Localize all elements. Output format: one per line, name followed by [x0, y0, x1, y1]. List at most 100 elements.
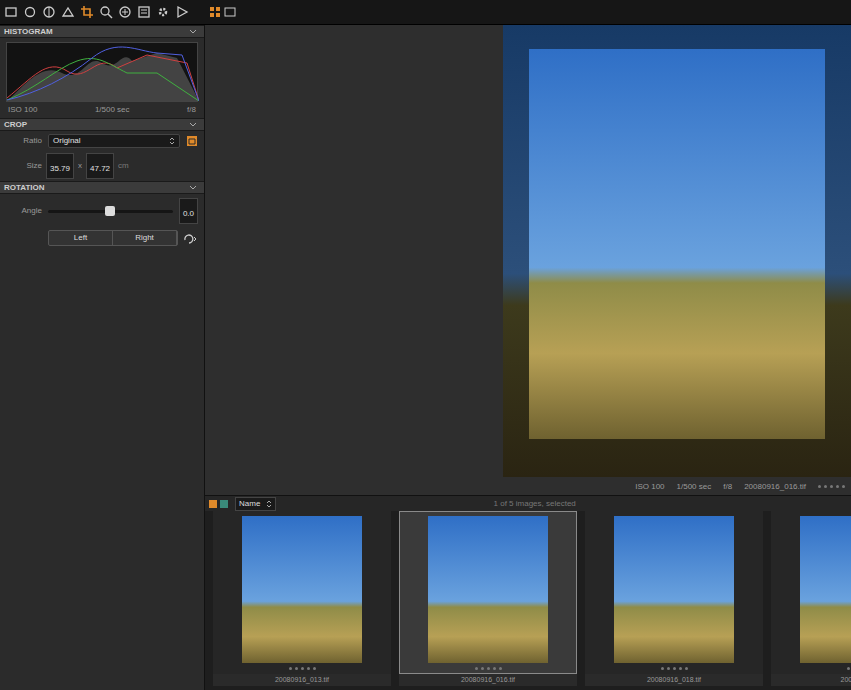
angle-row: Angle0.0 — [0, 194, 204, 228]
size-label: Size — [6, 160, 42, 172]
focus-icon[interactable] — [99, 5, 113, 19]
rotate-button[interactable]: Right — [113, 231, 177, 245]
star-rating[interactable] — [818, 485, 845, 488]
exposure-reading: ISO 100 — [8, 104, 37, 116]
thumbnail-frame[interactable] — [213, 511, 391, 674]
rotate-button[interactable]: Left — [49, 231, 113, 245]
grid-view-icon[interactable] — [209, 6, 221, 18]
star-dot[interactable] — [679, 667, 682, 670]
library-icon[interactable] — [4, 5, 18, 19]
star-rating[interactable] — [847, 667, 851, 670]
star-dot[interactable] — [487, 667, 490, 670]
thumbnail[interactable]: 20080916_0 — [771, 511, 851, 690]
output-icon[interactable] — [175, 5, 189, 19]
thumbnail[interactable]: 20080916_013.tif — [213, 511, 391, 690]
viewer-info: ISO 100 1/500 sec f/8 20080916_016.tif — [205, 478, 851, 495]
lock-icon[interactable] — [186, 135, 198, 147]
star-dot[interactable] — [307, 667, 310, 670]
straighten-icon[interactable] — [182, 232, 198, 244]
star-dot[interactable] — [685, 667, 688, 670]
star-dot[interactable] — [830, 485, 833, 488]
settings-icon[interactable] — [156, 5, 170, 19]
angle-field[interactable]: 0.0 — [179, 198, 198, 224]
star-dot[interactable] — [475, 667, 478, 670]
workspace: ISO 100 1/500 sec f/8 20080916_016.tif Name 1… — [205, 25, 851, 690]
thumbnail[interactable]: 20080916_016.tif — [399, 511, 577, 690]
size-separator: x — [78, 160, 82, 172]
color-icon[interactable] — [42, 5, 56, 19]
info-text: f/8 — [723, 481, 732, 493]
width-field[interactable]: 35.79 — [46, 153, 74, 179]
single-view-icon[interactable] — [224, 6, 236, 18]
panel-header[interactable]: ROTATION — [0, 181, 204, 194]
viewer — [205, 25, 851, 478]
adjust-icon[interactable] — [118, 5, 132, 19]
star-dot[interactable] — [289, 667, 292, 670]
info-text: 20080916_016.tif — [744, 481, 806, 493]
star-dot[interactable] — [673, 667, 676, 670]
star-dot[interactable] — [493, 667, 496, 670]
star-dot[interactable] — [842, 485, 845, 488]
angle-knob[interactable] — [105, 206, 115, 216]
histogram-chart — [7, 43, 199, 101]
filmstrip: 20080916_013.tif 20080916_016.tif 20080916… — [205, 511, 851, 690]
angle-slider[interactable] — [48, 210, 173, 213]
sort-select[interactable]: Name — [235, 497, 276, 511]
star-dot[interactable] — [667, 667, 670, 670]
star-rating[interactable] — [661, 667, 688, 670]
collapse-icon[interactable] — [188, 121, 200, 129]
capture-icon[interactable] — [23, 5, 37, 19]
star-rating[interactable] — [475, 667, 502, 670]
image-count: 1 of 5 images, selected — [494, 498, 576, 510]
star-dot[interactable] — [301, 667, 304, 670]
width-value: 35.79 — [50, 164, 70, 173]
thumbnail-frame[interactable] — [585, 511, 763, 674]
button-group: LeftRight — [48, 230, 178, 246]
crop-overlay[interactable] — [503, 25, 851, 477]
tool-panel: HISTOGRAMISO 1001/500 secf/8CROPRatioOri… — [0, 25, 205, 690]
star-rating[interactable] — [289, 667, 316, 670]
toolbar — [0, 0, 851, 25]
file-name: 20080916_013.tif — [275, 675, 329, 686]
thumb-rating — [847, 663, 851, 673]
star-dot[interactable] — [499, 667, 502, 670]
info-text: 1/500 sec — [677, 481, 712, 493]
thumbnail-frame[interactable] — [771, 511, 851, 674]
star-dot[interactable] — [824, 485, 827, 488]
height-field[interactable]: 47.72 — [86, 153, 114, 179]
collapse-icon[interactable] — [188, 28, 200, 36]
dropdown-icon[interactable] — [169, 137, 175, 145]
star-dot[interactable] — [295, 667, 298, 670]
exposure-icon[interactable] — [61, 5, 75, 19]
ratio-label: Ratio — [6, 135, 42, 147]
thumbnail-image — [614, 516, 734, 663]
thumbnail[interactable]: 20080916_018.tif — [585, 511, 763, 690]
star-dot[interactable] — [481, 667, 484, 670]
filmstrip-header: Name 1 of 5 images, selected — [205, 495, 851, 511]
panel-title: HISTOGRAM — [4, 28, 53, 36]
ratio-select[interactable]: Original — [48, 134, 180, 148]
panel-header[interactable]: CROP — [0, 118, 204, 131]
star-dot[interactable] — [818, 485, 821, 488]
file-name: 20080916_016.tif — [461, 675, 515, 686]
histogram-graph — [6, 42, 198, 102]
height-value: 47.72 — [90, 164, 110, 173]
thumb-rating — [289, 663, 316, 673]
star-dot[interactable] — [847, 667, 850, 670]
info-text: ISO 100 — [635, 481, 664, 493]
browser-view-icon[interactable] — [209, 499, 229, 509]
ratio-value: Original — [53, 135, 81, 147]
size-row: Size35.79x47.72cm — [0, 151, 204, 181]
star-dot[interactable] — [661, 667, 664, 670]
star-dot[interactable] — [313, 667, 316, 670]
sort-value: Name — [239, 498, 260, 510]
star-dot[interactable] — [836, 485, 839, 488]
collapse-icon[interactable] — [188, 184, 200, 192]
thumbnail-frame[interactable] — [399, 511, 577, 674]
dropdown-icon[interactable] — [266, 500, 272, 508]
panel-header[interactable]: HISTOGRAM — [0, 25, 204, 38]
file-name: 20080916_0 — [841, 675, 851, 686]
crop-icon[interactable] — [80, 5, 94, 19]
exposure-reading: f/8 — [187, 104, 196, 116]
metadata-icon[interactable] — [137, 5, 151, 19]
